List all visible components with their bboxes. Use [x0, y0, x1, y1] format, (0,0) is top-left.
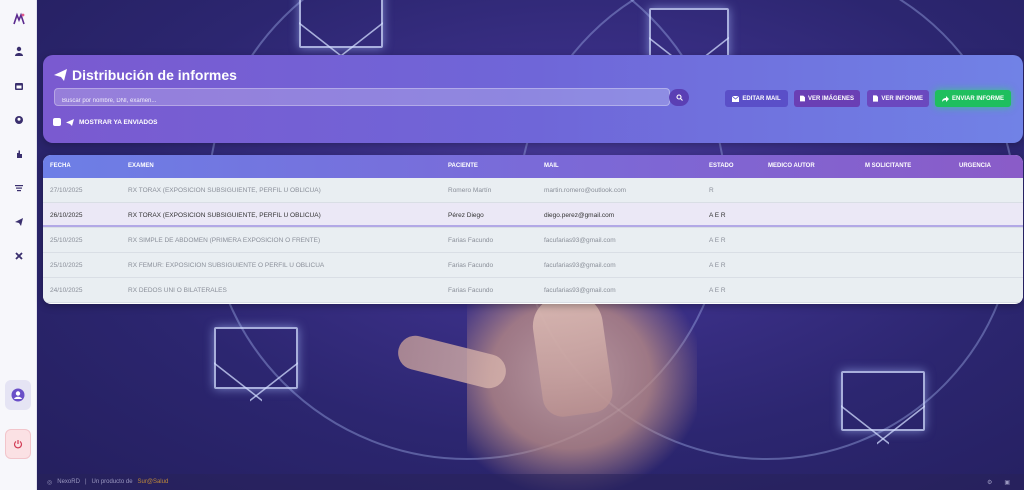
- filter-icon[interactable]: [6, 177, 31, 199]
- page-title: Distribución de informes: [54, 67, 237, 83]
- show-sent-checkbox[interactable]: [53, 118, 61, 126]
- logo-icon[interactable]: [6, 8, 31, 30]
- cell-mail: martin.romero@outlook.com: [544, 187, 627, 194]
- user-icon[interactable]: [6, 40, 31, 62]
- cell-fecha: 25/10/2025: [50, 262, 83, 269]
- cell-estado: A E R: [709, 237, 726, 244]
- footer-brand[interactable]: Sur@Salud: [138, 479, 169, 485]
- envelope-icon: [299, 0, 383, 48]
- sidebar: [0, 0, 37, 490]
- table-row-selected[interactable]: 26/10/2025 RX TORAX (EXPOSICION SUBSIGUI…: [43, 203, 1023, 228]
- view-images-button[interactable]: VER IMÁGENES: [794, 90, 860, 107]
- cell-mail: diego.perez@gmail.com: [544, 212, 615, 219]
- file-icon: [873, 95, 879, 102]
- file-icon: [800, 95, 805, 102]
- profile-icon: [11, 388, 25, 402]
- column-header[interactable]: FECHA: [50, 155, 71, 178]
- cell-mail: facufarias93@gmail.com: [544, 237, 616, 244]
- logout-button[interactable]: [5, 429, 31, 459]
- send-report-label: ENVIAR INFORME: [951, 95, 1004, 102]
- cell-paciente: Farias Facundo: [448, 262, 494, 269]
- tools-icon[interactable]: [6, 245, 31, 267]
- edit-mail-button[interactable]: EDITAR MAIL: [725, 90, 788, 107]
- cell-estado: A E R: [709, 262, 726, 269]
- copyright-icon: ◎: [47, 479, 53, 486]
- table-row[interactable]: 27/10/2025 RX TORAX (EXPOSICION SUBSIGUI…: [43, 178, 1023, 203]
- search-button[interactable]: [669, 89, 689, 106]
- cell-examen: RX SIMPLE DE ABDOMEN (PRIMERA EXPOSICION…: [128, 237, 321, 244]
- cell-examen: RX TORAX (EXPOSICION SUBSIGUIENTE, PERFI…: [128, 187, 321, 194]
- view-report-label: VER INFORME: [881, 95, 923, 102]
- cell-mail: facufarias93@gmail.com: [544, 262, 616, 269]
- location-icon[interactable]: [6, 109, 31, 131]
- cell-fecha: 26/10/2025: [50, 212, 83, 219]
- search-input[interactable]: [55, 93, 669, 109]
- envelope-icon: [732, 95, 740, 102]
- footer-separator: |: [84, 479, 87, 485]
- envelope-icon: [214, 327, 298, 389]
- cell-paciente: Romero Martín: [448, 187, 492, 194]
- paper-plane-icon: [54, 69, 67, 81]
- share-icon: [941, 95, 949, 102]
- footer-product-of: Un producto de: [91, 479, 133, 485]
- calendar-icon[interactable]: [6, 75, 31, 97]
- cell-estado: A E R: [709, 287, 726, 294]
- page-title-text: Distribución de informes: [72, 67, 237, 83]
- power-icon: [13, 440, 23, 449]
- envelope-icon: [649, 8, 729, 60]
- header-card: Distribución de informes MOSTRAR YA ENVI…: [43, 55, 1023, 143]
- cell-paciente: Pérez Diego: [448, 212, 484, 219]
- cell-fecha: 24/10/2025: [50, 287, 83, 294]
- view-images-label: VER IMÁGENES: [807, 95, 854, 102]
- table-row[interactable]: 24/10/2025 RX DEDOS UNI O BILATERALES Fa…: [43, 278, 1023, 303]
- cell-mail: facufarias93@gmail.com: [544, 287, 616, 294]
- reports-table: FECHA EXAMEN PACIENTE MAIL ESTADO MEDICO…: [43, 155, 1023, 304]
- send-report-button[interactable]: ENVIAR INFORME: [935, 90, 1011, 107]
- hand-icon[interactable]: [6, 143, 31, 165]
- table-header: FECHA EXAMEN PACIENTE MAIL ESTADO MEDICO…: [43, 155, 1023, 178]
- column-header[interactable]: ESTADO: [709, 155, 734, 178]
- cell-examen: RX TORAX (EXPOSICION SUBSIGUIENTE, PERFI…: [128, 212, 321, 219]
- show-sent-label: MOSTRAR YA ENVIADOS: [79, 118, 158, 126]
- send-icon[interactable]: [6, 211, 31, 233]
- column-header[interactable]: M SOLICITANTE: [865, 155, 911, 178]
- cell-examen: RX FEMUR: EXPOSICION SUBSIGUIENTE O PERF…: [128, 262, 325, 269]
- column-header[interactable]: URGENCIA: [959, 155, 991, 178]
- column-header[interactable]: EXAMEN: [128, 155, 154, 178]
- column-header[interactable]: MAIL: [544, 155, 559, 178]
- cell-fecha: 27/10/2025: [50, 187, 83, 194]
- cell-estado: R: [709, 187, 714, 194]
- cell-examen: RX DEDOS UNI O BILATERALES: [128, 287, 227, 294]
- cell-paciente: Farias Facundo: [448, 287, 494, 294]
- paper-plane-icon: [66, 118, 74, 126]
- envelope-icon: [841, 371, 925, 431]
- edit-mail-label: EDITAR MAIL: [742, 95, 781, 102]
- table-row[interactable]: 25/10/2025 RX SIMPLE DE ABDOMEN (PRIMERA…: [43, 228, 1023, 253]
- cell-fecha: 25/10/2025: [50, 237, 83, 244]
- column-header[interactable]: MEDICO AUTOR: [768, 155, 815, 178]
- search-box: [54, 88, 670, 109]
- cell-estado: A E R: [709, 212, 726, 219]
- view-report-button[interactable]: VER INFORME: [867, 90, 929, 107]
- footer-settings-icon[interactable]: ⚙: [987, 479, 992, 486]
- footer-info-icon[interactable]: ▣: [1004, 479, 1010, 486]
- column-header[interactable]: PACIENTE: [448, 155, 478, 178]
- profile-button[interactable]: [5, 380, 31, 410]
- search-icon: [675, 94, 683, 101]
- show-sent-toggle[interactable]: MOSTRAR YA ENVIADOS: [53, 118, 158, 126]
- footer: ◎ NexoRD | Un producto de Sur@Salud ⚙ ▣: [37, 474, 1024, 490]
- footer-app-name: NexoRD: [57, 479, 80, 485]
- table-row[interactable]: 25/10/2025 RX FEMUR: EXPOSICION SUBSIGUI…: [43, 253, 1023, 278]
- cell-paciente: Farias Facundo: [448, 237, 494, 244]
- footer-right: ⚙ ▣: [987, 479, 1010, 486]
